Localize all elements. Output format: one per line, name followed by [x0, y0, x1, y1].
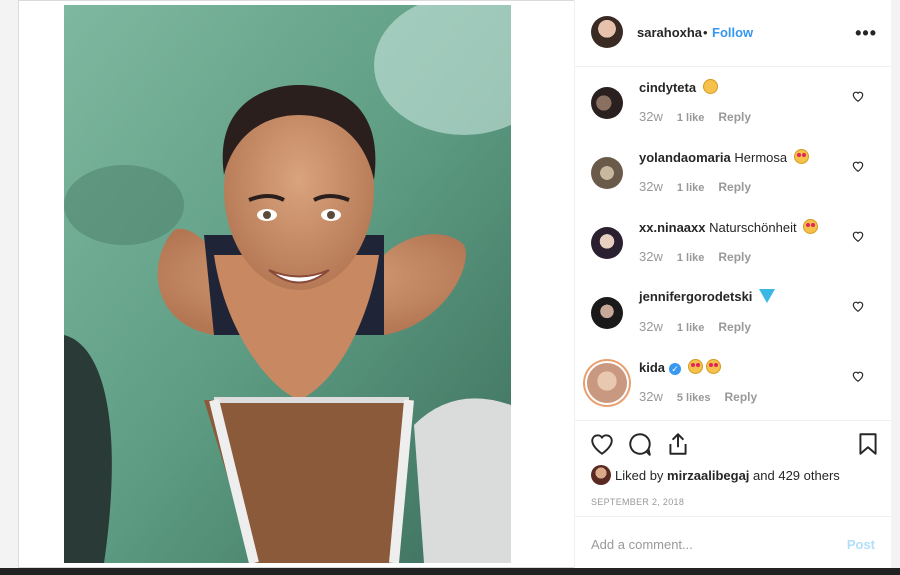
like-comment-heart-icon[interactable]	[851, 299, 865, 313]
background-strip	[0, 568, 900, 575]
bookmark-icon[interactable]	[855, 431, 881, 457]
comment-meta: 32w 1 like Reply	[639, 109, 765, 124]
heart-eyes-icon	[687, 359, 703, 374]
comment-time[interactable]: 32w	[639, 249, 663, 264]
comment-meta: 32w 5 likes Reply	[639, 389, 771, 404]
commenter-avatar[interactable]	[591, 87, 623, 119]
header-separator: •	[703, 25, 708, 40]
commenter-username[interactable]: jennifergorodetski	[639, 289, 752, 304]
reply-button[interactable]: Reply	[718, 180, 751, 194]
like-comment-heart-icon[interactable]	[851, 89, 865, 103]
comments-list[interactable]: cindyteta 32w 1 like Reply yolandaomaria H…	[575, 67, 891, 419]
commenter-avatar[interactable]	[591, 297, 623, 329]
comment-item: yolandaomaria Hermosa 32w 1 like Reply	[575, 143, 891, 213]
follow-button[interactable]: Follow	[712, 25, 753, 40]
likes-count[interactable]: and 429 others	[753, 468, 840, 483]
commenter-avatar-story-ring[interactable]	[587, 363, 627, 403]
commenter-avatar[interactable]	[591, 157, 623, 189]
comment-item: cindyteta 32w 1 like Reply	[575, 73, 891, 143]
reply-button[interactable]: Reply	[718, 110, 751, 124]
commenter-username[interactable]: yolandaomaria	[639, 150, 731, 165]
comment-item: jennifergorodetski 32w 1 like Reply	[575, 283, 891, 353]
comment-time[interactable]: 32w	[639, 179, 663, 194]
comment-likes[interactable]: 1 like	[677, 322, 705, 334]
post-header: sarahoxha • Follow •••	[575, 0, 891, 67]
comment-body: Naturschönheit	[709, 220, 797, 235]
comment-meta: 32w 1 like Reply	[639, 249, 765, 264]
reply-button[interactable]: Reply	[718, 320, 751, 334]
post-date[interactable]: SEPTEMBER 2, 2018	[591, 497, 684, 507]
comment-likes[interactable]: 5 likes	[677, 392, 711, 404]
comment-likes[interactable]: 1 like	[677, 112, 705, 124]
add-comment-input[interactable]: Add a comment...	[591, 537, 693, 552]
comment-text: cindyteta	[639, 79, 849, 95]
comment-bubble-icon[interactable]	[627, 431, 653, 457]
comment-meta: 32w 1 like Reply	[639, 319, 765, 334]
author-avatar[interactable]	[591, 16, 623, 48]
add-comment-bar: Add a comment... Post	[575, 516, 891, 569]
heart-eyes-icon	[705, 359, 721, 374]
liker-avatar[interactable]	[591, 465, 611, 485]
heart-eyes-icon	[793, 149, 809, 164]
comment-item: kida ✓ 32w 5 likes Reply	[575, 353, 891, 419]
comment-meta: 32w 1 like Reply	[639, 179, 765, 194]
comment-text: jennifergorodetski	[639, 289, 849, 304]
liked-by-prefix: Liked by	[615, 468, 664, 483]
commenter-username[interactable]: kida	[639, 360, 665, 375]
comments-panel: sarahoxha • Follow ••• cindyteta 32w 1 li…	[574, 0, 891, 568]
post-photo-image	[64, 5, 511, 563]
comment-likes[interactable]: 1 like	[677, 182, 705, 194]
commenter-username[interactable]: cindyteta	[639, 80, 696, 95]
comment-time[interactable]: 32w	[639, 109, 663, 124]
commenter-avatar[interactable]	[591, 227, 623, 259]
like-comment-heart-icon[interactable]	[851, 229, 865, 243]
worried-face-icon	[702, 79, 718, 94]
comment-text: yolandaomaria Hermosa	[639, 149, 849, 165]
liker-username[interactable]: mirzaalibegaj	[667, 468, 749, 483]
post-comment-button[interactable]: Post	[847, 537, 875, 552]
reply-button[interactable]: Reply	[725, 390, 758, 404]
share-icon[interactable]	[665, 431, 691, 457]
comment-text: kida ✓	[639, 359, 849, 375]
comment-item: xx.ninaaxx Naturschönheit 32w 1 like Reply	[575, 213, 891, 283]
commenter-username[interactable]: xx.ninaaxx	[639, 220, 706, 235]
comment-text: xx.ninaaxx Naturschönheit	[639, 219, 849, 235]
comment-body: Hermosa	[734, 150, 788, 165]
more-options-icon[interactable]: •••	[855, 23, 877, 44]
post-photo[interactable]	[64, 5, 511, 563]
like-heart-icon[interactable]	[589, 431, 615, 457]
comment-time[interactable]: 32w	[639, 319, 663, 334]
comment-likes[interactable]: 1 like	[677, 252, 705, 264]
like-comment-heart-icon[interactable]	[851, 369, 865, 383]
verified-badge-icon: ✓	[669, 363, 682, 375]
gem-icon	[759, 289, 776, 303]
comment-time[interactable]: 32w	[639, 389, 663, 404]
heart-eyes-icon	[803, 219, 819, 234]
reply-button[interactable]: Reply	[718, 250, 751, 264]
author-username[interactable]: sarahoxha	[637, 25, 702, 40]
like-comment-heart-icon[interactable]	[851, 159, 865, 173]
liked-by-text: Liked by mirzaalibegaj and 429 others	[591, 465, 840, 485]
